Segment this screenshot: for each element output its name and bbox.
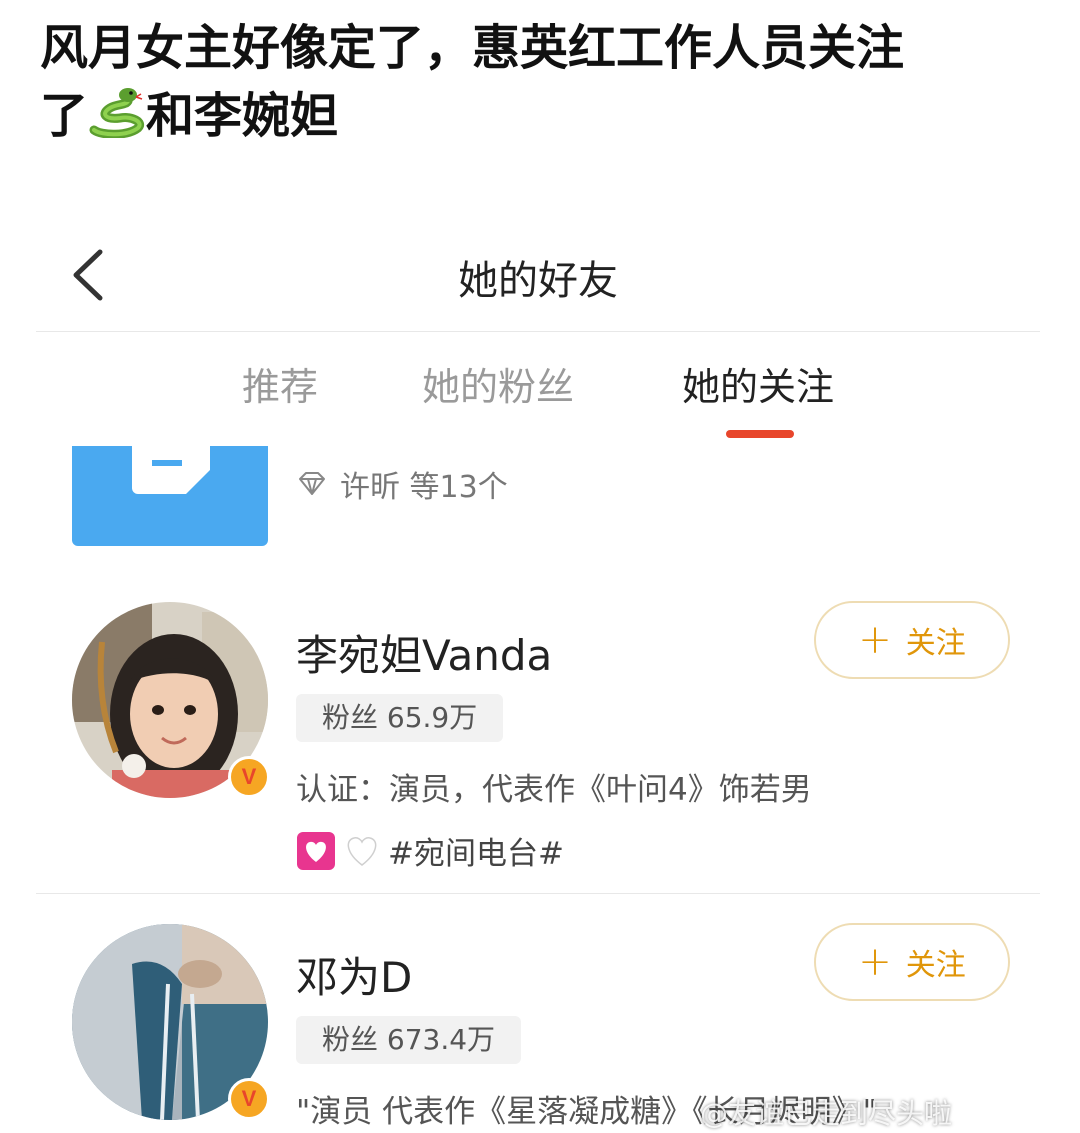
user-name[interactable]: 李宛妲Vanda [296, 622, 552, 683]
follow-button[interactable]: + 关注 [814, 601, 1010, 679]
snake-emoji-icon [88, 86, 146, 139]
follow-label: 关注 [905, 626, 966, 661]
document-icon [132, 446, 210, 494]
tab-bar: 推荐 她的粉丝 她的关注 [0, 356, 1080, 446]
divider [36, 893, 1040, 894]
follow-button[interactable]: + 关注 [814, 923, 1010, 1001]
group-meta: 许昕 等13个 [296, 462, 508, 506]
page-title: 她的好友 [458, 258, 618, 304]
tab-recommend[interactable]: 推荐 [242, 356, 318, 411]
verified-badge-icon: V [228, 756, 270, 798]
tagline-text[interactable]: #宛间电台# [388, 828, 564, 873]
pink-heart-icon [297, 831, 335, 870]
group-meta-text: 许昕 等13个 [340, 470, 508, 505]
fans-count-badge: 粉丝 673.4万 [296, 1016, 522, 1064]
fans-count-badge: 粉丝 65.9万 [296, 694, 504, 742]
plus-icon: + [858, 939, 892, 985]
active-tab-indicator [726, 430, 794, 438]
group-card-image[interactable] [72, 446, 268, 546]
post-title-line1: 风月女主好像定了，惠英红工作人员关注 [40, 20, 905, 76]
tab-her-following[interactable]: 她的关注 [682, 356, 834, 411]
diamond-icon [299, 472, 325, 495]
user-bio: 认证：演员，代表作《叶问4》饰若男 [296, 772, 812, 808]
follow-label: 关注 [905, 948, 966, 983]
tab-her-fans[interactable]: 她的粉丝 [422, 356, 574, 411]
user-tagline: #宛间电台# [296, 828, 564, 873]
post-title-line2: 了 和李婉妲 [40, 86, 339, 144]
nav-bar: 她的好友 [36, 228, 1040, 332]
plus-icon: + [858, 617, 892, 663]
post-title: 风月女主好像定了，惠英红工作人员关注 了 和李婉妲 [40, 14, 1040, 150]
list-item[interactable]: V 李宛妲Vanda 粉丝 65.9万 认证：演员，代表作《叶问4》饰若男 #宛… [0, 596, 1080, 892]
white-heart-icon [347, 836, 377, 866]
watermark: @友谊已走到尽头啦 [700, 1097, 953, 1130]
verified-badge-icon: V [228, 1078, 270, 1120]
user-name[interactable]: 邓为D [296, 944, 412, 1005]
